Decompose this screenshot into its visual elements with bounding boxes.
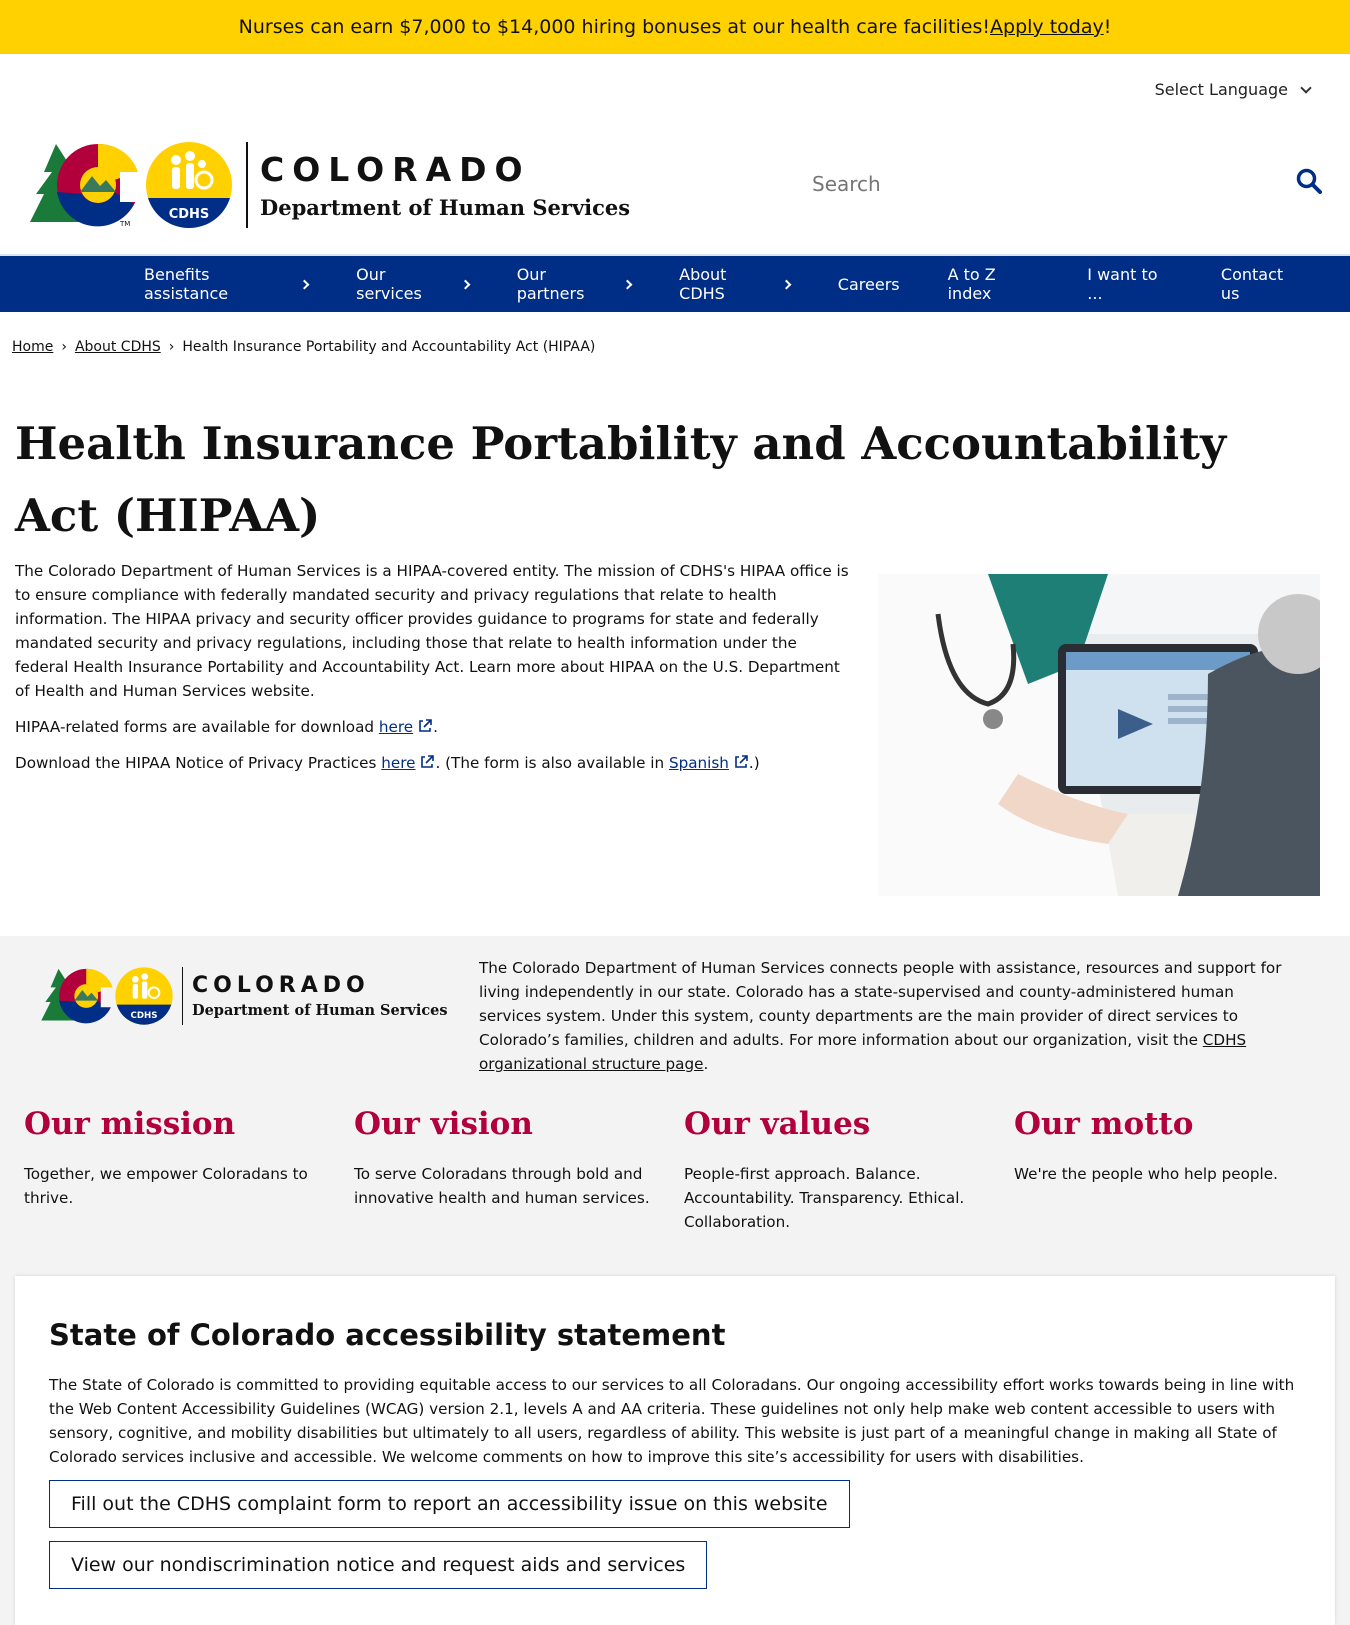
footer-logo-title: COLORADO (192, 973, 370, 998)
notice-end: .) (748, 754, 760, 772)
motto-heading: Our motto (1014, 1106, 1194, 1142)
notice-paragraph: Download the HIPAA Notice of Privacy Pra… (15, 751, 850, 775)
chevron-right-icon (299, 279, 310, 289)
motto-column: Our motto We're the people who help peop… (1014, 1106, 1344, 1234)
search-bar (812, 164, 1322, 204)
nav-item-our-partners[interactable]: Our partners (516, 265, 633, 303)
main-nav: Benefits assistance Our services Our partn… (0, 254, 1350, 312)
footer-about-text: The Colorado Department of Human Service… (479, 959, 1282, 1049)
footer-about-end: . (703, 1055, 709, 1073)
chevron-down-icon (1300, 81, 1312, 94)
page-body: The Colorado Department of Human Service… (15, 559, 850, 787)
breadcrumb-separator-icon: › (61, 339, 67, 355)
external-link-icon (421, 755, 435, 768)
forms-text: HIPAA-related forms are available for do… (15, 718, 379, 736)
chevron-right-icon (781, 279, 792, 289)
apply-today-link[interactable]: Apply today (990, 16, 1104, 38)
accessibility-heading: State of Colorado accessibility statemen… (49, 1318, 726, 1352)
svg-text:TM: TM (119, 220, 130, 228)
nav-item-label: A to Z index (947, 265, 996, 303)
alert-banner: Nurses can earn $7,000 to $14,000 hiring… (0, 0, 1350, 54)
mission-heading: Our mission (24, 1106, 236, 1142)
language-select-label: Select Language (1154, 80, 1288, 99)
notice-text: Download the HIPAA Notice of Privacy Pra… (15, 754, 382, 772)
notice-mid: . (The form is also available in (435, 754, 669, 772)
complaint-form-button[interactable]: Fill out the CDHS complaint form to repo… (49, 1480, 850, 1528)
nav-item-careers[interactable]: Careers (838, 275, 900, 294)
nondiscrimination-button[interactable]: View our nondiscrimination notice and re… (49, 1541, 708, 1589)
breadcrumb-current: Health Insurance Portability and Account… (182, 339, 596, 355)
nav-item-i-want-to[interactable]: I want to ... (1087, 265, 1173, 303)
breadcrumb-home[interactable]: Home (12, 339, 53, 355)
notice-here-link[interactable]: here (381, 754, 435, 772)
footer-about: The Colorado Department of Human Service… (479, 956, 1299, 1076)
motto-text: We're the people who help people. (1014, 1165, 1278, 1183)
values-heading: Our values (684, 1106, 871, 1142)
language-select[interactable]: Select Language (1154, 80, 1312, 99)
chevron-right-icon (622, 279, 633, 289)
values-text: People-first approach. Balance. Accounta… (684, 1165, 965, 1231)
doctor-tablet-photo (878, 574, 1320, 896)
nav-item-about-cdhs[interactable]: About CDHS (679, 265, 792, 303)
search-icon[interactable] (1296, 168, 1322, 198)
vision-column: Our vision To serve Coloradans through b… (354, 1106, 684, 1234)
colorado-c-logo-icon (41, 968, 114, 1024)
footer-logo-text: COLORADO Department of Human Services (182, 967, 448, 1025)
mission-column: Our mission Together, we empower Colorad… (24, 1106, 354, 1234)
cdhs-badge-text: CDHS (169, 207, 210, 222)
external-link-icon (419, 719, 432, 732)
external-link-icon (735, 755, 748, 768)
colorado-c-logo-icon: TM (30, 143, 140, 228)
breadcrumb: Home › About CDHS › Health Insurance Por… (12, 339, 595, 355)
mission-text: Together, we empower Coloradans to thriv… (24, 1165, 308, 1207)
nav-item-label: I want to ... (1087, 265, 1158, 303)
cdhs-badge-icon: CDHS (146, 142, 232, 229)
spanish-link[interactable]: Spanish (669, 754, 749, 772)
nav-item-a-to-z-index[interactable]: A to Z index (948, 265, 1040, 303)
forms-here-link[interactable]: here (379, 718, 433, 736)
accessibility-card: State of Colorado accessibility statemen… (15, 1276, 1335, 1625)
logo-title: COLORADO (260, 150, 531, 189)
breadcrumb-about[interactable]: About CDHS (75, 339, 161, 355)
footer-logo-subtitle: Department of Human Services (192, 1002, 448, 1019)
logo-subtitle: Department of Human Services (260, 195, 631, 220)
nav-item-contact-us[interactable]: Contact us (1221, 265, 1302, 303)
nav-item-label: Benefits assistance (144, 265, 229, 303)
site-logo[interactable]: TM CDHS COLORADO Department of Human Ser… (28, 140, 630, 230)
page-title: Health Insurance Portability and Account… (15, 417, 1227, 542)
values-column: Our values People-first approach. Balanc… (684, 1106, 1014, 1234)
forms-end: . (433, 718, 438, 736)
cdhs-badge-text: CDHS (130, 1011, 157, 1021)
intro-paragraph: The Colorado Department of Human Service… (15, 562, 849, 700)
nav-item-label: Careers (837, 274, 900, 294)
forms-paragraph: HIPAA-related forms are available for do… (15, 715, 850, 739)
nav-item-label: Contact us (1220, 265, 1284, 303)
cdhs-badge-icon: CDHS (115, 967, 173, 1025)
alert-text-end: ! (1103, 16, 1112, 38)
accessibility-text: The State of Colorado is committed to pr… (49, 1376, 1295, 1466)
chevron-right-icon (460, 279, 471, 289)
nav-item-label: Our partners (516, 265, 585, 303)
nav-item-our-services[interactable]: Our services (356, 265, 471, 303)
alert-text: Nurses can earn $7,000 to $14,000 hiring… (238, 16, 991, 38)
breadcrumb-separator-icon: › (168, 339, 175, 355)
main-nav-list: Benefits assistance Our services Our partn… (0, 256, 1350, 312)
logo-text: COLORADO Department of Human Services (246, 142, 630, 228)
nav-item-label: About CDHS (679, 265, 727, 303)
search-input[interactable] (812, 172, 1262, 196)
nav-item-label: Our services (356, 265, 422, 303)
footer-columns: Our mission Together, we empower Colorad… (24, 1106, 1344, 1234)
nav-item-benefits-assistance[interactable]: Benefits assistance (144, 265, 310, 303)
vision-text: To serve Coloradans through bold and inn… (354, 1165, 650, 1207)
footer-logo[interactable]: CDHS COLORADO Department of Human Servic… (40, 966, 448, 1026)
vision-heading: Our vision (354, 1106, 533, 1142)
